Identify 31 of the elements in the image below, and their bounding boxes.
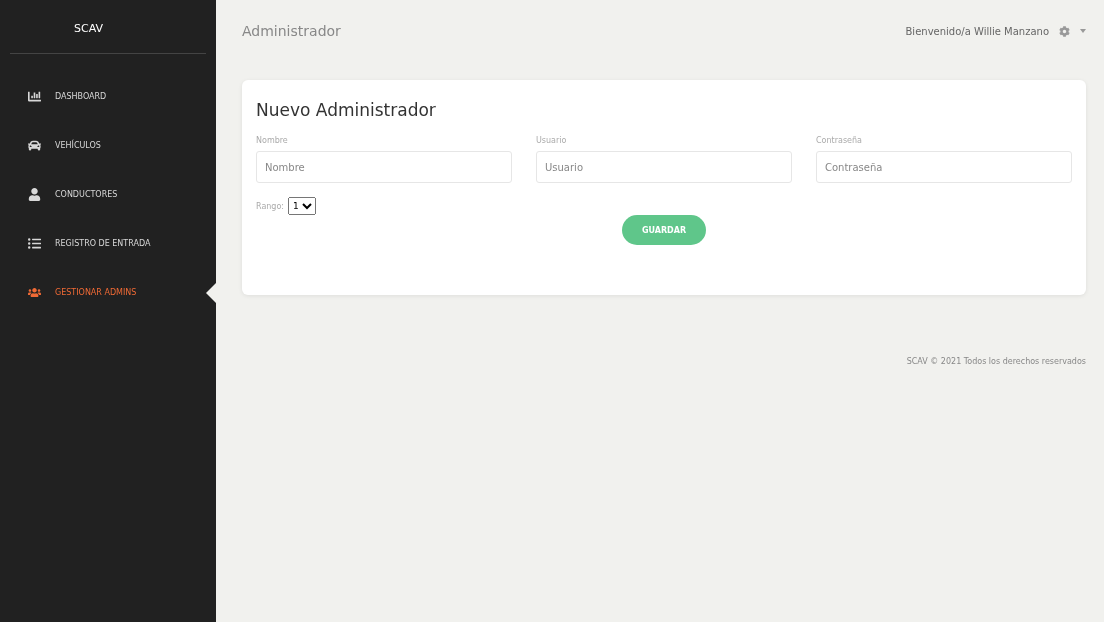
- field-label: Usuario: [536, 136, 568, 145]
- input-field[interactable]: Contraseña: [816, 151, 1072, 183]
- chart-icon: [28, 90, 41, 103]
- input-field[interactable]: Nombre: [256, 151, 512, 183]
- sidebar-item[interactable]: GESTIONAR ADMINS: [0, 268, 216, 317]
- list-icon: [28, 237, 41, 250]
- caret-icon[interactable]: [1080, 29, 1086, 33]
- sidebar-label: VEHÍCULOS: [55, 141, 101, 150]
- car-icon: [28, 139, 41, 152]
- welcome-text: Bienvenido/a Willie Manzano: [905, 25, 1049, 37]
- sidebar-label: GESTIONAR ADMINS: [55, 288, 137, 297]
- sidebar-label: REGISTRO DE ENTRADA: [55, 239, 151, 248]
- group-icon: [28, 286, 41, 299]
- field-label: Nombre: [256, 136, 289, 145]
- sidebar-item[interactable]: DASHBOARD: [0, 72, 216, 121]
- settings-icon[interactable]: [1059, 25, 1070, 37]
- sidebar-item[interactable]: REGISTRO DE ENTRADA: [0, 219, 216, 268]
- rank-select[interactable]: 1: [288, 197, 317, 215]
- brand-logo: SCAV: [10, 0, 206, 54]
- person-icon: [28, 188, 41, 201]
- sidebar-label: DASHBOARD: [55, 92, 107, 101]
- sidebar-item[interactable]: VEHÍCULOS: [0, 121, 216, 170]
- input-field[interactable]: Usuario: [536, 151, 792, 183]
- page-title: Administrador: [242, 23, 341, 39]
- form-title: Nuevo Administrador: [256, 100, 437, 120]
- rank-label: Rango:: [256, 201, 285, 211]
- sidebar-label: CONDUCTORES: [55, 190, 118, 199]
- active-pointer: [206, 282, 216, 303]
- field-label: Contraseña: [816, 136, 863, 145]
- sidebar-item[interactable]: CONDUCTORES: [0, 170, 216, 219]
- footer-text: SCAV © 2021 Todos los derechos reservados: [906, 357, 1086, 366]
